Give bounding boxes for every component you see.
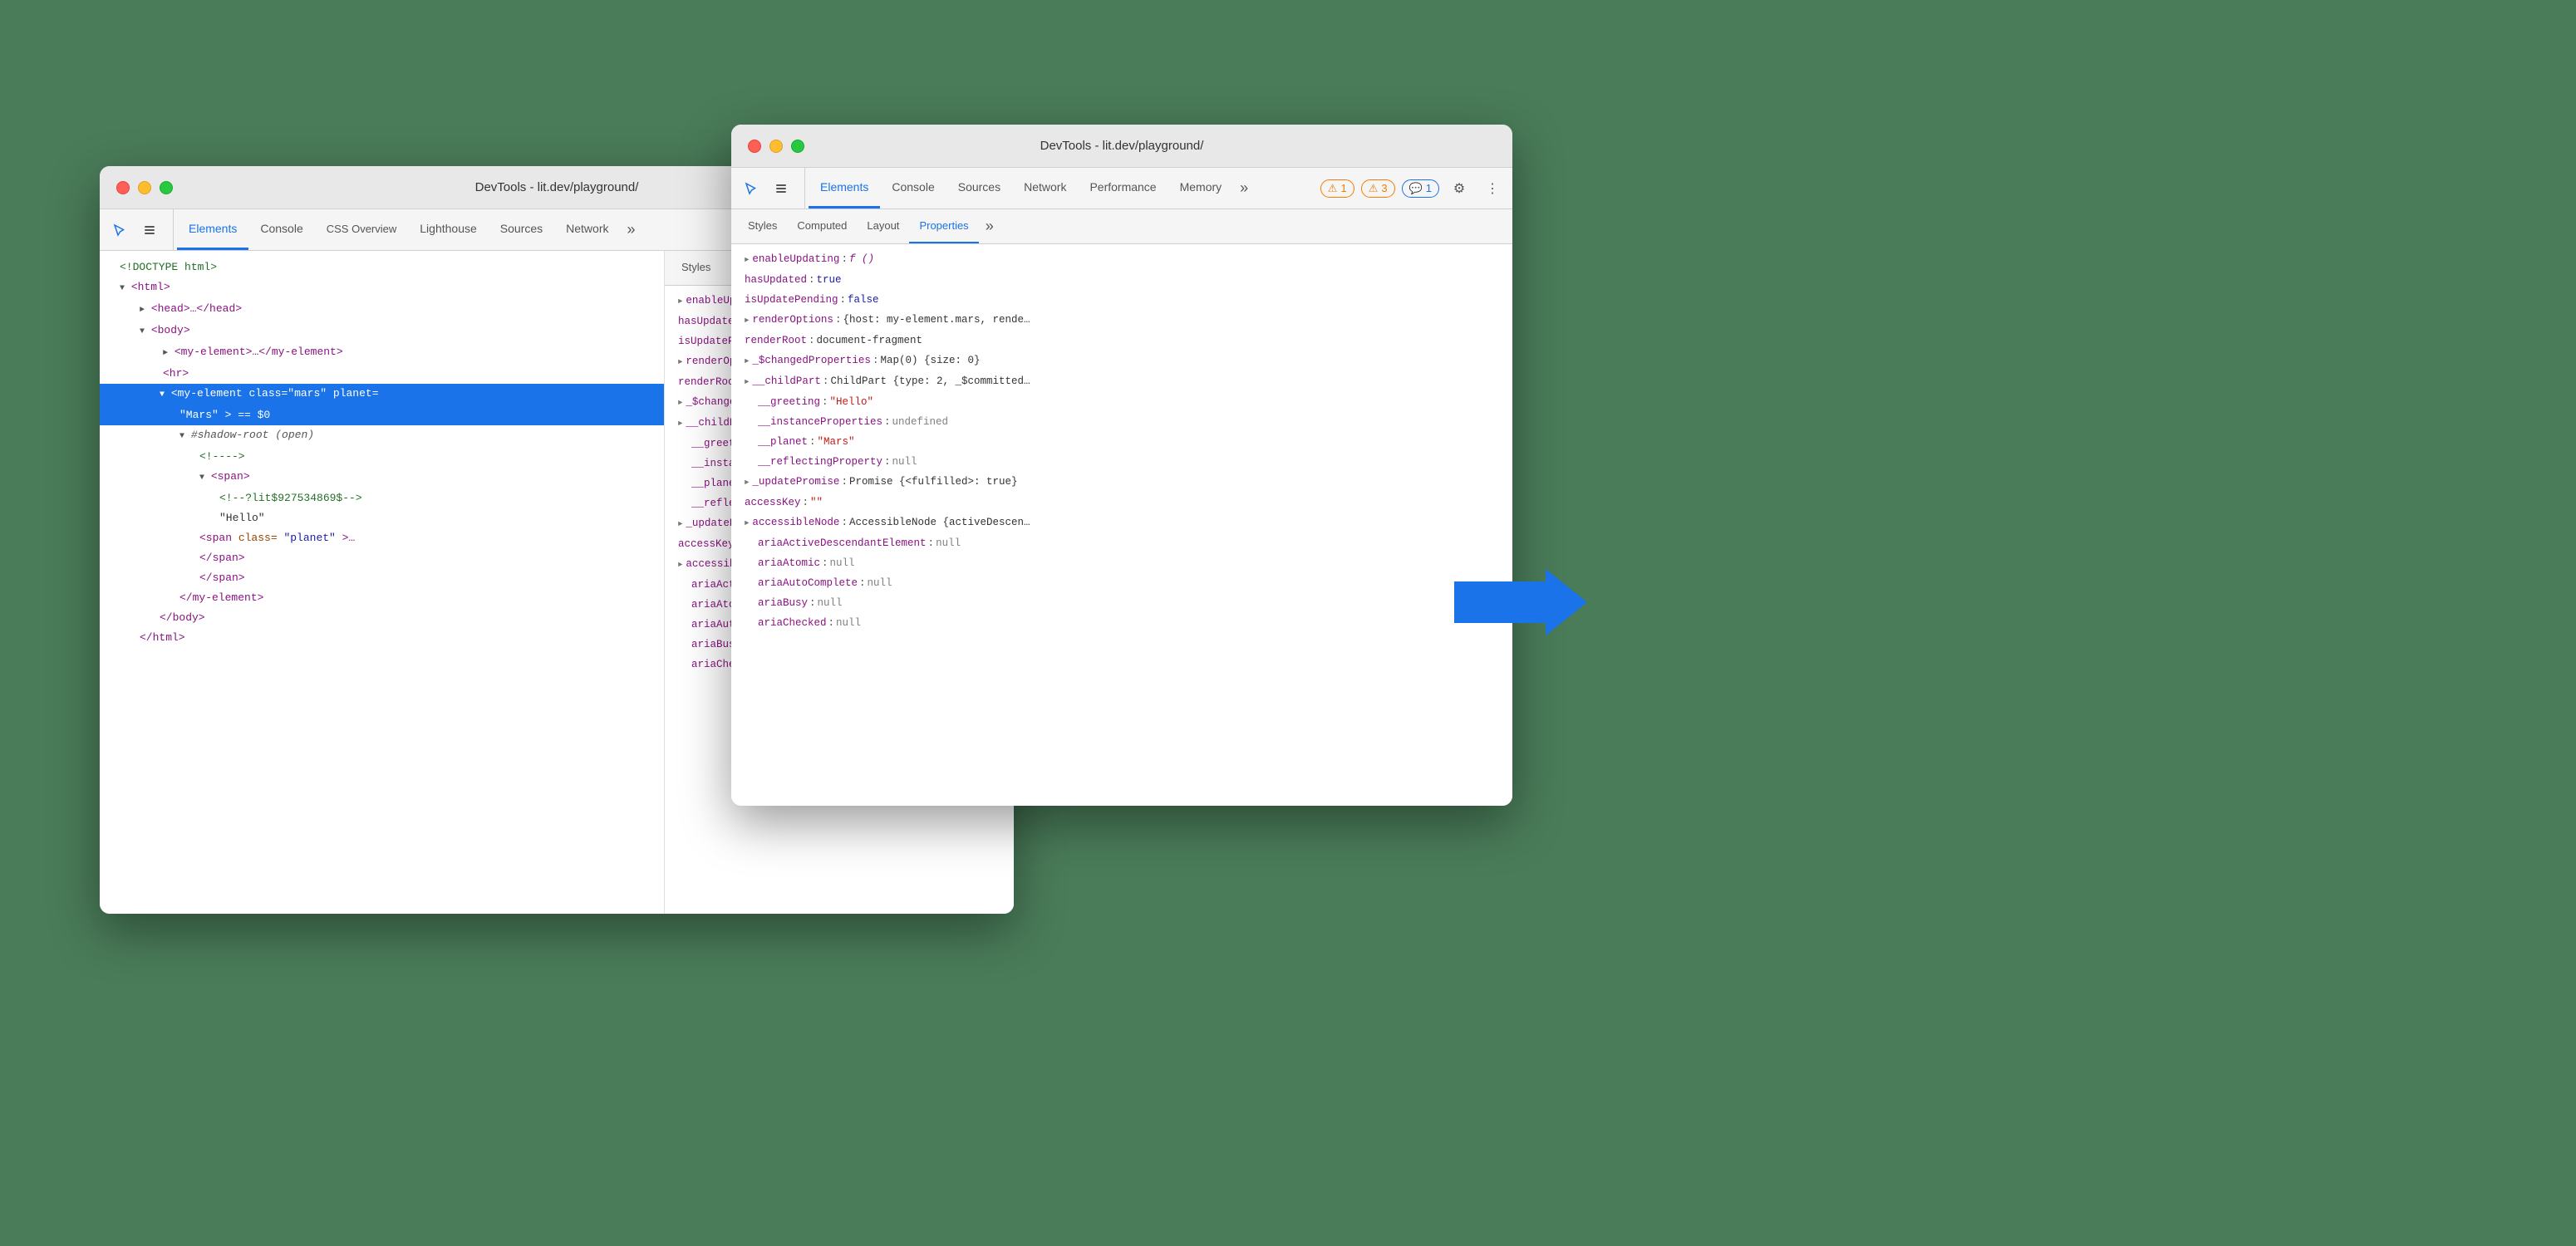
close-button-1[interactable] (116, 181, 130, 194)
dom-hr[interactable]: <hr> (100, 364, 664, 384)
prop2-changed-properties[interactable]: ► _$changedProperties : Map(0) {size: 0} (731, 351, 1512, 371)
minimize-button-2[interactable] (769, 140, 783, 153)
warning-badge-2[interactable]: ⚠ 1 (1320, 179, 1354, 198)
dom-close-body: </body> (100, 608, 664, 628)
right-panel-2: Styles Computed Layout Properties » ► en… (731, 209, 1512, 806)
toolbar-icon-group-2 (738, 168, 805, 208)
content-area-2: Styles Computed Layout Properties » ► en… (731, 209, 1512, 806)
close-button-2[interactable] (748, 140, 761, 153)
info-count-2: 1 (1426, 182, 1432, 194)
more-panel-tabs-2[interactable]: » (979, 209, 1000, 243)
prop2-greeting[interactable]: __greeting : "Hello" (731, 392, 1512, 412)
prop2-aria-atomic[interactable]: ariaAtomic : null (731, 553, 1512, 573)
tab-sources-1[interactable]: Sources (489, 209, 554, 250)
blue-arrow (1454, 565, 1587, 644)
prop2-planet[interactable]: __planet : "Mars" (731, 432, 1512, 452)
tab-elements-1[interactable]: Elements (177, 209, 248, 250)
more-tabs-2[interactable]: » (1233, 168, 1255, 208)
dom-shadow-root[interactable]: ▼ #shadow-root (open) (100, 425, 664, 447)
chat-icon-2: 💬 (1409, 182, 1423, 195)
warning-icon-2b: ⚠ (1369, 182, 1379, 195)
prop2-aria-auto-complete[interactable]: ariaAutoComplete : null (731, 573, 1512, 593)
dom-hello-text: "Hello" (100, 508, 664, 528)
dom-close-span-1: </span> (100, 548, 664, 568)
dom-span-outer[interactable]: ▼ <span> (100, 467, 664, 488)
tab-styles-2[interactable]: Styles (738, 209, 787, 243)
tab-network-2[interactable]: Network (1012, 168, 1078, 208)
dom-close-span-2: </span> (100, 568, 664, 588)
tab-properties-2[interactable]: Properties (909, 209, 978, 243)
warning-count-2: 1 (1340, 182, 1346, 194)
prop2-instance-properties[interactable]: __instanceProperties : undefined (731, 412, 1512, 432)
traffic-lights-2 (748, 140, 804, 153)
toolbar-icon-group-1 (106, 209, 174, 250)
tab-css-overview-1[interactable]: CSS Overview (315, 209, 409, 250)
tab-styles-1[interactable]: Styles (671, 251, 720, 285)
dom-body[interactable]: ▼ <body> (100, 321, 664, 342)
dom-head[interactable]: ► <head>…</head> (100, 299, 664, 321)
dom-lit-comment: <!--?lit$927534869$--> (100, 488, 664, 508)
devtools-window-2: DevTools - lit.dev/playground/ Elements … (731, 125, 1512, 806)
dom-my-element-mars[interactable]: ▼ <my-element class="mars" planet= (100, 384, 664, 405)
traffic-lights-1 (116, 181, 173, 194)
tab-network-1[interactable]: Network (554, 209, 620, 250)
window-title-2: DevTools - lit.dev/playground/ (1040, 139, 1204, 153)
prop2-enable-updating[interactable]: ► enableUpdating : f () (731, 249, 1512, 270)
prop2-update-promise[interactable]: ► _updatePromise : Promise {<fulfilled>:… (731, 472, 1512, 493)
cursor-icon-2[interactable] (738, 175, 764, 202)
maximize-button-1[interactable] (160, 181, 173, 194)
tab-layout-2[interactable]: Layout (857, 209, 909, 243)
dom-close-html: </html> (100, 628, 664, 648)
info-badge-2[interactable]: 💬 1 (1402, 179, 1439, 198)
maximize-button-2[interactable] (791, 140, 804, 153)
dom-close-my-element: </my-element> (100, 588, 664, 608)
dom-comment-empty: <!----> (100, 447, 664, 467)
tab-console-1[interactable]: Console (248, 209, 314, 250)
prop2-reflecting-property[interactable]: __reflectingProperty : null (731, 452, 1512, 472)
prop2-has-updated[interactable]: hasUpdated : true (731, 270, 1512, 290)
prop2-render-options[interactable]: ► renderOptions : {host: my-element.mars… (731, 310, 1512, 331)
more-tabs-1[interactable]: » (621, 209, 642, 250)
warning-icon-2: ⚠ (1328, 182, 1338, 195)
toolbar-right-2: ⚠ 1 ⚠ 3 💬 1 ⚙ ⋮ (1320, 168, 1506, 208)
prop2-aria-checked[interactable]: ariaChecked : null (731, 613, 1512, 633)
dom-panel-1: <!DOCTYPE html> ▼ <html> ► <head>…</head… (100, 251, 665, 914)
toolbar-2: Elements Console Sources Network Perform… (731, 168, 1512, 209)
tab-sources-2[interactable]: Sources (946, 168, 1012, 208)
prop2-is-update-pending[interactable]: isUpdatePending : false (731, 290, 1512, 310)
dom-my-element-1[interactable]: ► <my-element>…</my-element> (100, 342, 664, 364)
tab-computed-2[interactable]: Computed (787, 209, 857, 243)
dom-span-planet[interactable]: <span class= "planet" >… (100, 528, 664, 548)
minimize-button-1[interactable] (138, 181, 151, 194)
prop2-access-key[interactable]: accessKey : "" (731, 493, 1512, 513)
prop2-child-part[interactable]: ► __childPart : ChildPart {type: 2, _$co… (731, 371, 1512, 392)
warning-badge-2b[interactable]: ⚠ 3 (1361, 179, 1395, 198)
prop2-aria-active[interactable]: ariaActiveDescendantElement : null (731, 533, 1512, 553)
cursor-icon[interactable] (106, 217, 133, 243)
dom-html[interactable]: ▼ <html> (100, 277, 664, 299)
more-icon-2[interactable]: ⋮ (1479, 175, 1506, 202)
panel-tabs-2: Styles Computed Layout Properties » (731, 209, 1512, 244)
prop2-accessible-node[interactable]: ► accessibleNode : AccessibleNode {activ… (731, 513, 1512, 533)
tab-performance-2[interactable]: Performance (1078, 168, 1168, 208)
tab-console-2[interactable]: Console (880, 168, 946, 208)
layers-icon[interactable] (136, 217, 163, 243)
tab-memory-2[interactable]: Memory (1168, 168, 1234, 208)
dom-doctype: <!DOCTYPE html> (100, 258, 664, 277)
settings-icon-2[interactable]: ⚙ (1446, 175, 1472, 202)
tab-lighthouse-1[interactable]: Lighthouse (408, 209, 489, 250)
prop2-aria-busy[interactable]: ariaBusy : null (731, 593, 1512, 613)
warning-count-2b: 3 (1381, 182, 1387, 194)
prop2-render-root[interactable]: renderRoot : document-fragment (731, 331, 1512, 351)
tab-elements-2[interactable]: Elements (809, 168, 880, 208)
window-title-1: DevTools - lit.dev/playground/ (475, 180, 639, 194)
layers-icon-2[interactable] (768, 175, 794, 202)
properties-panel-2: ► enableUpdating : f () hasUpdated : tru… (731, 244, 1512, 806)
dom-mars-cont: "Mars" > == $0 (100, 405, 664, 425)
titlebar-2: DevTools - lit.dev/playground/ (731, 125, 1512, 168)
